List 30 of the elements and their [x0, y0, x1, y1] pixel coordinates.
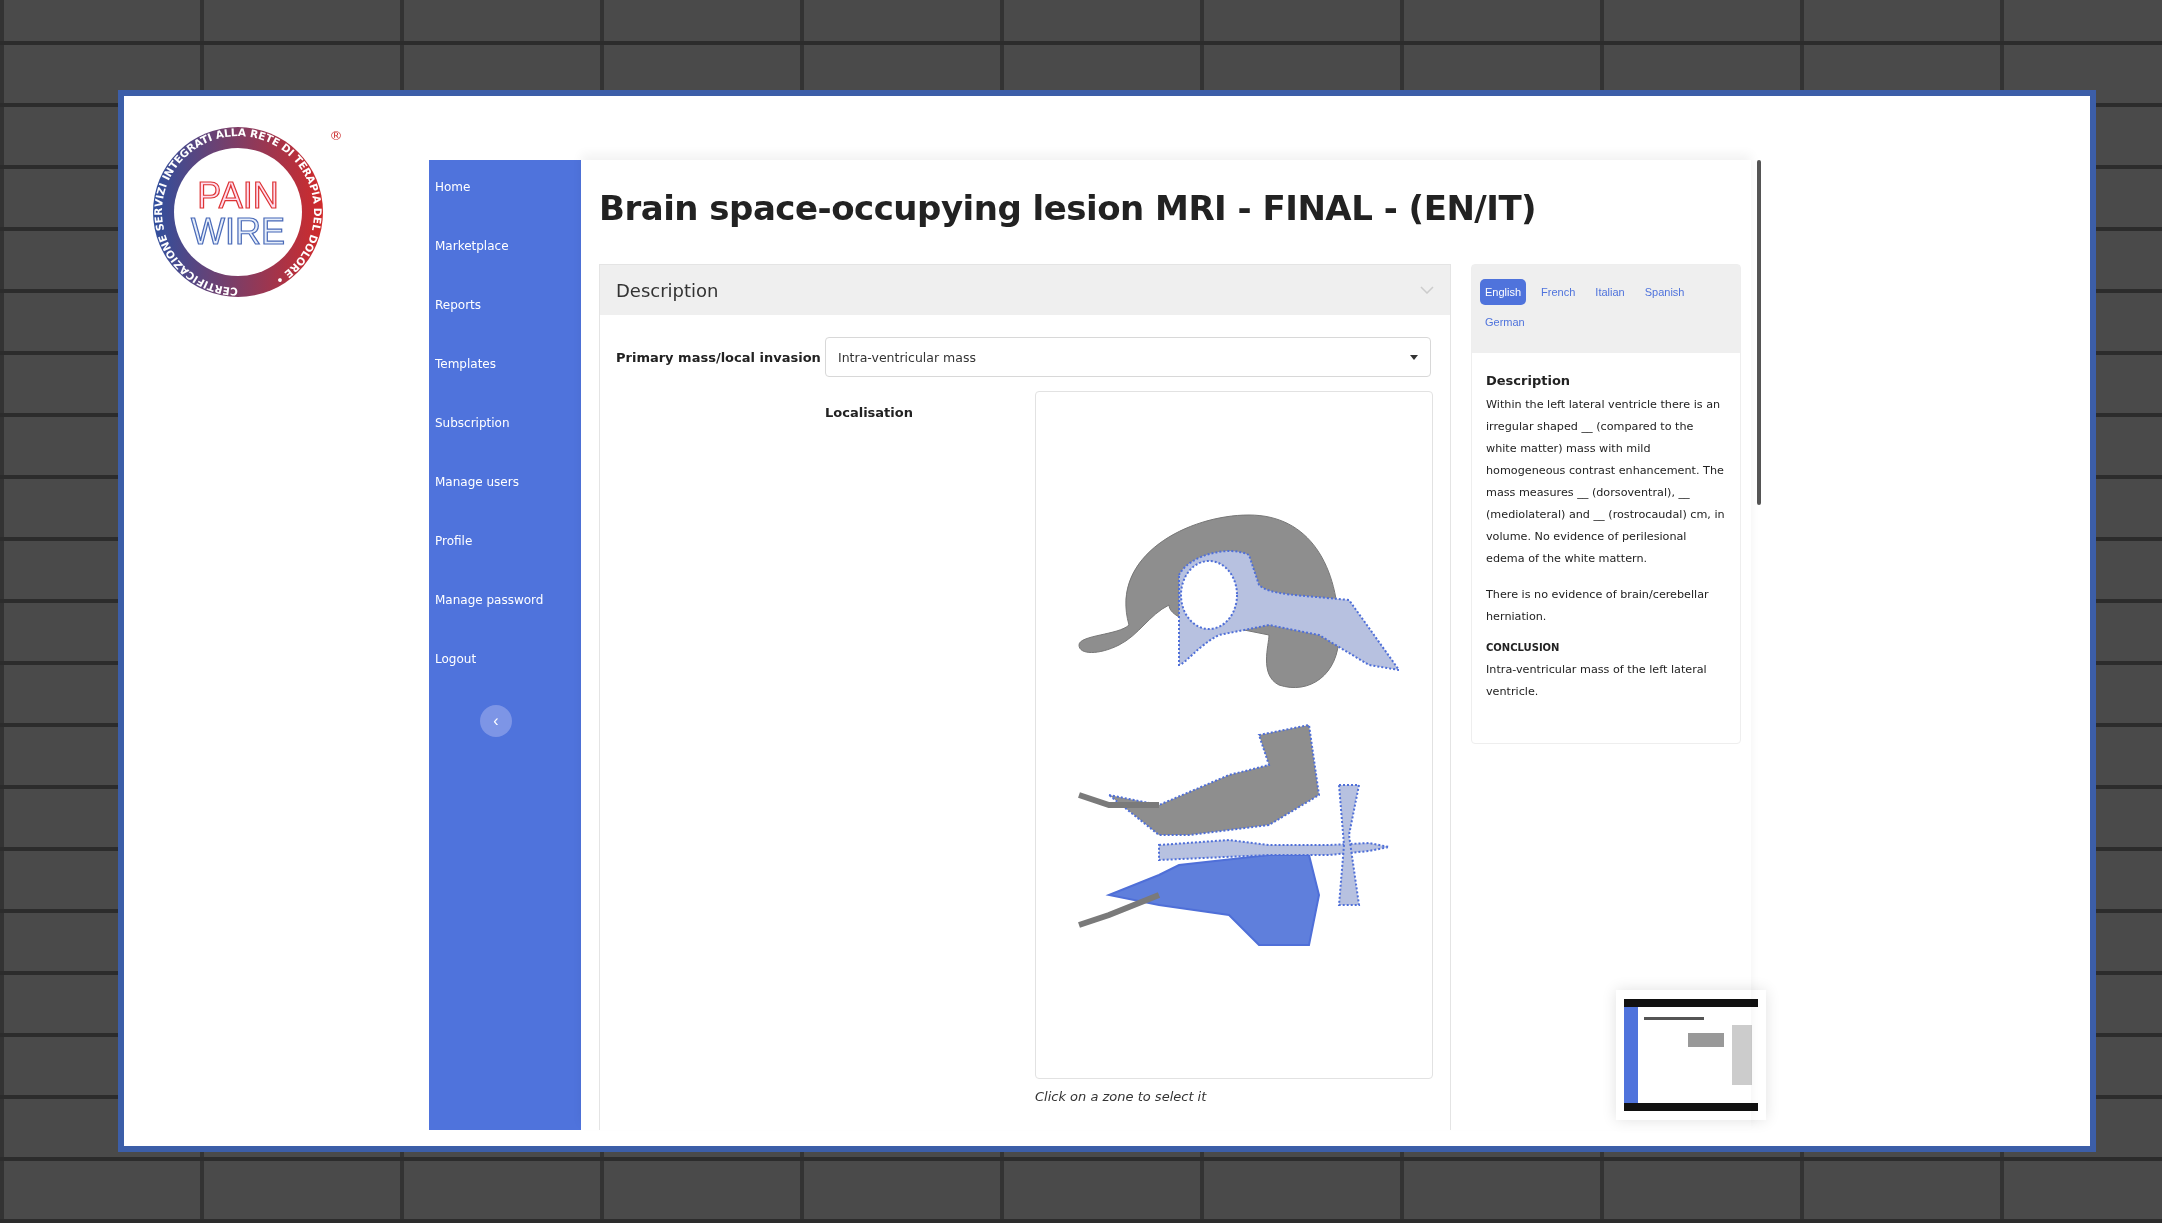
sidebar-item[interactable]: Home	[433, 180, 581, 239]
language-tab[interactable]: Italian	[1590, 279, 1630, 305]
video-thumbnail[interactable]	[1616, 990, 1766, 1120]
sidebar-item[interactable]: Subscription	[433, 416, 581, 475]
sidebar-item[interactable]: Manage password	[433, 593, 581, 652]
sidebar-item[interactable]: Templates	[433, 357, 581, 416]
section-header[interactable]: Description	[600, 265, 1450, 315]
language-tab[interactable]: English	[1480, 279, 1527, 305]
map-caption: Click on a zone to select it	[1035, 1089, 1208, 1104]
chevron-icon	[1420, 286, 1434, 294]
language-tab[interactable]: French	[1536, 279, 1581, 305]
preview-heading: Description	[1486, 373, 1572, 388]
field-label: Primary mass/local invasion	[616, 349, 822, 365]
page-title: Brain space-occupying lesion MRI - FINAL - (EN/IT)	[599, 188, 1538, 228]
collapse-button[interactable]: ‹	[480, 705, 512, 737]
preview-paragraph: Within the left lateral ventricle there is an irregular shaped __ (compared to the white matter) mass with mild homogeneous contrast enhancement. The mass measures __ (dorsoventral), __ (mediolateral) and __ (rostrocaudal) cm, in volume. No evidence of perilesional edema of the white mattern.	[1486, 397, 1726, 567]
sidebar-item[interactable]: Reports	[433, 298, 581, 357]
preview-paragraph: There is no evidence of brain/cerebellar herniation.	[1486, 587, 1710, 625]
conclusion-text: Intra-ventricular mass of the left lateral ventricle.	[1486, 662, 1708, 700]
select-field[interactable]: Intra-ventricular mass	[825, 337, 1431, 377]
sidebar-item[interactable]: Marketplace	[433, 239, 581, 298]
scrollbar[interactable]	[1757, 160, 1761, 505]
field-label: Localisation	[825, 404, 914, 422]
caret-icon	[1410, 354, 1418, 360]
conclusion-heading: CONCLUSION	[1486, 642, 1561, 653]
language-tab[interactable]: German	[1480, 309, 1530, 335]
section-title: Description	[616, 279, 719, 301]
language-tab[interactable]: Spanish	[1639, 279, 1690, 305]
sidebar-item[interactable]: Manage users	[433, 475, 581, 534]
sidebar-item[interactable]: Profile	[433, 534, 581, 593]
